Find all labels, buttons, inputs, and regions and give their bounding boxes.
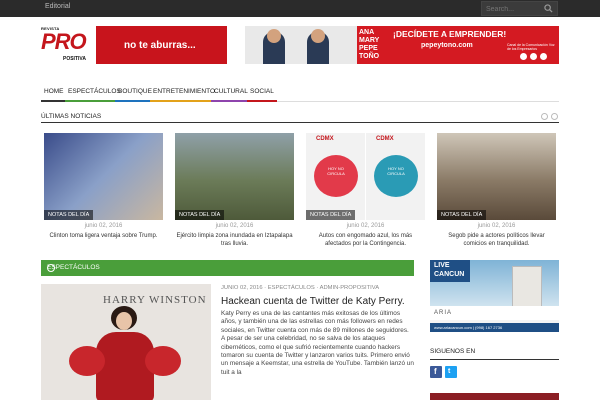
nav-item-label: ESPECTÁCULOS: [68, 88, 121, 95]
side-ad-cancun: CANCUN: [434, 271, 465, 278]
side-ad-badge: LIVE CANCUN: [430, 260, 470, 282]
ad-person-1-head: [267, 29, 281, 43]
nav-item-social[interactable]: SOCIAL: [247, 85, 277, 102]
nav-item-boutique[interactable]: BOUTIQUE: [115, 85, 155, 102]
ad-person-2-head: [311, 29, 325, 43]
nav-item-label: ENTRETENIMIENTO: [153, 88, 215, 95]
siguenos-title: SIGUENOS EN: [430, 348, 476, 355]
figure-ruffle: [69, 346, 105, 376]
chevron-right-icon[interactable]: [47, 264, 55, 272]
ad-social-icon: [520, 53, 527, 60]
ad-small-text: Canal de la Comunicación Voz de los Empr…: [507, 43, 555, 51]
car-blue: [374, 155, 418, 197]
news-card[interactable]: NOTAS DEL DÍA junio 02, 2016 Clinton toma …: [44, 133, 163, 239]
nav-item-home[interactable]: HOME: [41, 85, 67, 102]
article-excerpt: Katy Perry es una de las cantantes más e…: [221, 310, 414, 376]
category-badge[interactable]: NOTAS DEL DÍA: [306, 210, 356, 220]
featured-image[interactable]: HARRY WINSTON: [41, 284, 211, 400]
nav-item-underline: [115, 100, 155, 102]
nav-item-label: CULTURAL: [214, 88, 248, 95]
header-ad-banner[interactable]: ANA MARY PEPE TOÑO ¡DECÍDETE A EMPRENDER…: [245, 26, 559, 64]
news-card-caption[interactable]: Segob pide a actores políticos llevar co…: [437, 232, 556, 248]
section-divider: [430, 359, 559, 360]
section-divider: [41, 122, 559, 123]
news-card-caption[interactable]: Autos con engomado azul, los más afectad…: [306, 232, 425, 248]
side-ad-aria: ARIA: [434, 310, 453, 316]
side-ad-footer: www.ariacancun.com | (998) 167 2736: [430, 323, 559, 332]
news-card-date: junio 02, 2016: [477, 223, 516, 229]
news-card-image[interactable]: CDMX CDMX HOY NO CIRCULA HOY NO CIRCULA NOTA…: [306, 133, 425, 220]
news-card[interactable]: CDMX CDMX HOY NO CIRCULA HOY NO CIRCULA NOTA…: [306, 133, 425, 247]
carousel-next-icon[interactable]: [551, 113, 558, 120]
hoy-no-circula: HOY NO CIRCULA: [387, 166, 405, 176]
nav-item-cultural[interactable]: CULTURAL: [211, 85, 251, 102]
ad-pepe-text: ANA MARY PEPE TOÑO: [359, 29, 380, 60]
ultimas-noticias-title: ÚLTIMAS NOTICIAS: [41, 113, 102, 120]
site-logo[interactable]: REVISTA PRO POSITIVA no te aburras...: [41, 26, 227, 64]
news-card-image[interactable]: NOTAS DEL DÍA: [437, 133, 556, 220]
side-ad-footer-text: www.ariacancun.com | (998) 167 2736: [434, 325, 503, 330]
ad-social-icon: [540, 53, 547, 60]
hoy-no-circula: HOY NO CIRCULA: [327, 166, 345, 176]
search-box[interactable]: [481, 1, 558, 16]
news-card-image[interactable]: NOTAS DEL DÍA: [175, 133, 294, 220]
nav-item-label: SOCIAL: [250, 88, 274, 95]
nav-item-label: HOME: [44, 88, 64, 95]
news-card-date: junio 02, 2016: [346, 223, 385, 229]
search-icon[interactable]: [544, 4, 553, 13]
top-bar: Editorial: [0, 0, 600, 17]
espectaculos-header[interactable]: ESPECTÁCULOS: [41, 260, 414, 276]
news-card[interactable]: NOTAS DEL DÍA junio 02, 2016 Ejército limp…: [175, 133, 294, 247]
category-badge[interactable]: NOTAS DEL DÍA: [175, 210, 225, 220]
main-nav: HOME ESPECTÁCULOS BOUTIQUE ENTRETENIMIENTO C…: [41, 85, 559, 102]
cdmx-label: CDMX: [316, 136, 334, 142]
news-card-caption[interactable]: Clinton toma ligera ventaja sobre Trump.: [44, 232, 163, 240]
logo-pro: PRO: [41, 29, 87, 54]
news-card-date: junio 02, 2016: [215, 223, 254, 229]
car-red: [314, 155, 358, 197]
search-input[interactable]: [486, 4, 544, 14]
facebook-icon[interactable]: f: [430, 366, 442, 378]
news-card[interactable]: NOTAS DEL DÍA junio 02, 2016 Segob pide a …: [437, 133, 556, 247]
logo-banner-text: no te aburras...: [124, 40, 196, 51]
figure-face: [116, 312, 132, 330]
cdmx-label: CDMX: [376, 136, 394, 142]
twitter-icon[interactable]: t: [445, 366, 457, 378]
nav-item-underline: [150, 100, 218, 102]
article-meta: JUNIO 02, 2016 · ESPECTÁCULOS · ADMIN-PR…: [221, 285, 380, 291]
carousel-prev-icon[interactable]: [541, 113, 548, 120]
figure-ruffle: [145, 346, 181, 376]
ad-social-icon: [530, 53, 537, 60]
nav-item-entretenimiento[interactable]: ENTRETENIMIENTO: [150, 85, 218, 102]
news-card-image[interactable]: NOTAS DEL DÍA: [44, 133, 163, 220]
bottom-side-banner: [430, 393, 559, 400]
side-ad-live: LIVE: [434, 262, 450, 269]
ad-headline: ¡DECÍDETE A EMPRENDER!: [393, 29, 507, 39]
logo-banner: no te aburras...: [96, 26, 227, 64]
nav-item-label: BOUTIQUE: [118, 88, 152, 95]
logo-positiva: POSITIVA: [63, 56, 86, 62]
category-badge[interactable]: NOTAS DEL DÍA: [437, 210, 487, 220]
article-headline[interactable]: Hackean cuenta de Twitter de Katy Perry.: [221, 296, 405, 307]
ad-url: pepeytono.com: [421, 42, 473, 49]
ad-photo: [245, 26, 357, 64]
nav-item-underline: [211, 100, 251, 102]
news-card-date: junio 02, 2016: [84, 223, 123, 229]
nav-item-underline: [41, 100, 67, 102]
side-ad-thumbs: ARIA: [430, 306, 559, 320]
side-ad-banner[interactable]: LIVE CANCUN ARIA www.ariacancun.com | (9…: [430, 260, 559, 332]
editorial-link[interactable]: Editorial: [45, 3, 70, 10]
news-card-caption[interactable]: Ejército limpia zona inundada en Iztapal…: [175, 232, 294, 248]
category-badge[interactable]: NOTAS DEL DÍA: [44, 210, 94, 220]
nav-item-underline: [247, 100, 277, 102]
featured-backdrop-text: HARRY WINSTON: [103, 294, 207, 306]
